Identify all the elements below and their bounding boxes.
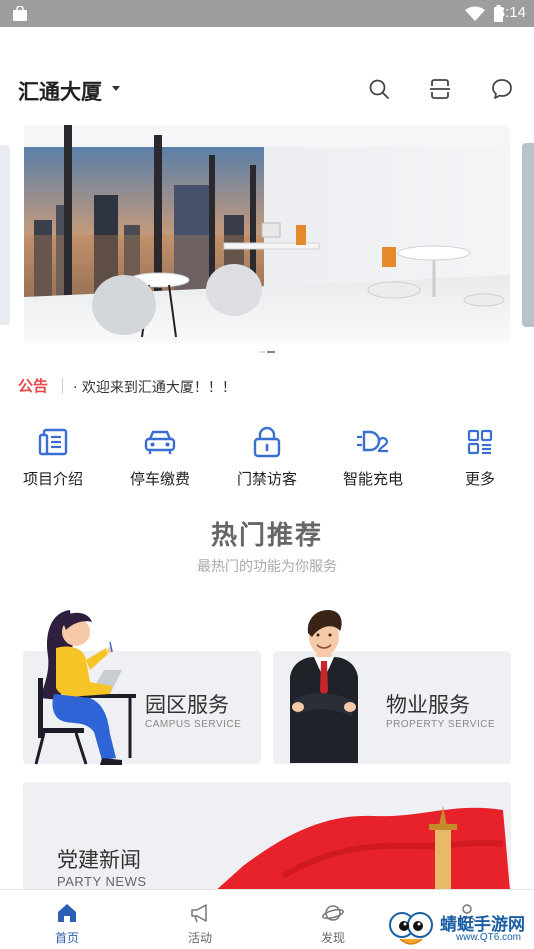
notice-tag: 公告 — [18, 377, 49, 395]
card-subtitle: PARTY NEWS — [57, 874, 147, 889]
tab-discover[interactable]: 发现 — [266, 890, 400, 949]
tab-activity[interactable]: 活动 — [133, 890, 267, 949]
chevron-down-icon[interactable] — [112, 86, 120, 91]
tab-label: 首页 — [54, 931, 79, 945]
banner-prev-peek — [0, 145, 10, 325]
grid-icon — [467, 429, 493, 455]
quick-item-parking[interactable]: 停车缴费 — [110, 420, 210, 500]
section-subtitle: 最热门的功能为你服务 — [197, 559, 337, 575]
red-flag-illustration — [203, 806, 511, 902]
card-subtitle: CAMPUS SERVICE — [145, 719, 242, 730]
quick-menu: 项目介绍 停车缴费 门禁访客 智能充电 更多 — [0, 420, 534, 500]
woman-at-desk-illustration — [34, 610, 136, 765]
planet-icon — [322, 905, 344, 921]
shopping-bag-icon — [13, 6, 27, 21]
quick-item-label: 门禁访客 — [236, 470, 297, 488]
status-bar: 3:14 — [0, 0, 534, 27]
card-title: 园区服务 — [145, 693, 229, 717]
building-selector[interactable]: 汇通大厦 — [18, 76, 102, 106]
watermark-url: www.QT6.com — [456, 932, 522, 943]
card-title: 党建新闻 — [57, 848, 141, 872]
message-icon[interactable] — [490, 77, 514, 101]
quick-item-label: 智能充电 — [342, 470, 403, 488]
dragonfly-mascot-icon — [389, 912, 433, 945]
banner-next-peek — [522, 143, 534, 327]
divider — [62, 378, 63, 394]
card-title: 物业服务 — [386, 693, 470, 717]
quick-item-access-visitor[interactable]: 门禁访客 — [217, 420, 317, 500]
tab-label: 活动 — [187, 931, 212, 945]
quick-item-label: 停车缴费 — [129, 470, 190, 488]
search-icon[interactable] — [367, 77, 391, 101]
section-title: 热门推荐 — [210, 521, 323, 551]
clock: 3:14 — [496, 4, 526, 21]
tab-label: 发现 — [320, 931, 345, 945]
car-icon — [144, 430, 176, 454]
carousel-indicator — [259, 351, 279, 354]
project-intro-icon — [38, 428, 68, 456]
banner-carousel[interactable] — [0, 125, 534, 345]
quick-item-more[interactable]: 更多 — [430, 420, 530, 500]
notice-text[interactable]: · 欢迎来到汇通大厦！！！ — [73, 377, 236, 397]
wifi-icon — [465, 6, 485, 21]
party-news-card[interactable]: 党建新闻 PARTY NEWS — [23, 782, 511, 902]
quick-item-label: 更多 — [464, 470, 495, 488]
megaphone-icon — [191, 904, 207, 923]
quick-item-smart-charging[interactable]: 智能充电 — [323, 420, 423, 500]
notice-bar[interactable]: 公告 · 欢迎来到汇通大厦！！！ — [18, 374, 518, 398]
banner-image[interactable] — [24, 125, 510, 343]
scan-icon[interactable] — [428, 77, 452, 101]
charging-icon — [357, 430, 389, 453]
tab-home[interactable]: 首页 — [0, 890, 134, 949]
quick-item-label: 项目介绍 — [22, 470, 83, 488]
header: 汇通大厦 — [0, 70, 534, 110]
site-watermark: 蜻蜓手游网 www.QT6.com — [386, 905, 534, 949]
card-subtitle: PROPERTY SERVICE — [386, 719, 496, 730]
quick-item-project-intro[interactable]: 项目介绍 — [3, 420, 103, 500]
lock-icon — [253, 426, 281, 458]
businessman-illustration — [290, 609, 358, 763]
home-icon — [58, 904, 76, 922]
